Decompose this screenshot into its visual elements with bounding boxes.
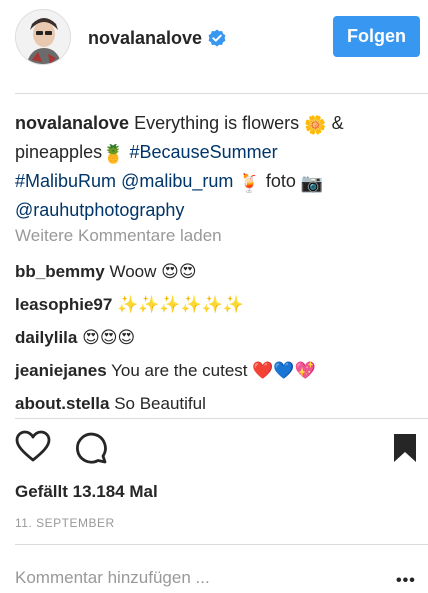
comment-item: jeaniejanes You are the cutest ❤️💙💖 <box>15 354 415 387</box>
comment-username[interactable]: leasophie97 <box>15 295 112 314</box>
post-date: 11. SEPTEMBER <box>15 516 115 530</box>
comment-item: about.stella So Beautiful <box>15 387 415 420</box>
comment-input[interactable]: Kommentar hinzufügen ... <box>15 568 210 588</box>
comment-icon[interactable] <box>74 430 108 469</box>
post-header: novalanalove Folgen <box>0 0 428 93</box>
drink-emoji: 🍹 <box>238 173 261 193</box>
comment-emojis: ❤️💙💖 <box>252 361 316 380</box>
caption-username[interactable]: novalanalove <box>15 113 129 133</box>
more-icon[interactable]: ••• <box>396 572 416 590</box>
comment-text: You are the cutest <box>111 361 248 380</box>
comment-list: bb_bemmy Woow 😍😍 leasophie97 ✨✨✨✨✨✨ dail… <box>15 255 415 420</box>
avatar[interactable] <box>15 9 71 65</box>
comment-item: dailylila 😍😍😍 <box>15 321 415 354</box>
post-caption: novalanalove Everything is flowers 🌼 & p… <box>15 110 410 224</box>
comment-username[interactable]: dailylila <box>15 328 77 347</box>
load-more-comments[interactable]: Weitere Kommentare laden <box>15 226 222 246</box>
comment-username[interactable]: about.stella <box>15 394 109 413</box>
mention-link[interactable]: @rauhutphotography <box>15 200 184 220</box>
comment-emojis: 😍😍😍 <box>82 328 136 347</box>
actions-divider <box>15 418 428 419</box>
comment-emojis: 😍😍 <box>161 262 197 281</box>
pineapple-emoji: 🍍 <box>102 144 125 164</box>
username-link[interactable]: novalanalove <box>88 28 202 48</box>
comment-text: Woow <box>109 262 157 281</box>
flower-emoji: 🌼 <box>304 115 327 135</box>
likes-count[interactable]: Gefällt 13.184 Mal <box>15 482 158 502</box>
action-bar <box>15 430 420 470</box>
hashtag-link[interactable]: #MalibuRum <box>15 171 116 191</box>
hashtag-link[interactable]: #BecauseSummer <box>130 142 278 162</box>
comment-bar-divider <box>15 544 428 545</box>
comment-item: leasophie97 ✨✨✨✨✨✨ <box>15 288 415 321</box>
follow-button[interactable]: Folgen <box>333 16 420 57</box>
post-username[interactable]: novalanalove <box>88 28 226 52</box>
heart-icon[interactable] <box>15 430 51 467</box>
caption-text: & <box>331 113 344 133</box>
mention-link[interactable]: @malibu_rum <box>121 171 233 191</box>
verified-icon <box>208 29 226 52</box>
comment-emojis: ✨✨✨✨✨✨ <box>117 295 245 314</box>
comment-username[interactable]: jeaniejanes <box>15 361 107 380</box>
header-divider <box>15 93 428 94</box>
caption-text: pineapples <box>15 142 103 162</box>
comment-username[interactable]: bb_bemmy <box>15 262 105 281</box>
bookmark-icon[interactable] <box>393 433 417 468</box>
camera-emoji: 📷 <box>300 173 324 193</box>
comment-text: So Beautiful <box>114 394 206 413</box>
caption-text: Everything is flowers <box>134 113 300 133</box>
caption-text: foto <box>265 171 296 191</box>
comment-item: bb_bemmy Woow 😍😍 <box>15 255 415 288</box>
